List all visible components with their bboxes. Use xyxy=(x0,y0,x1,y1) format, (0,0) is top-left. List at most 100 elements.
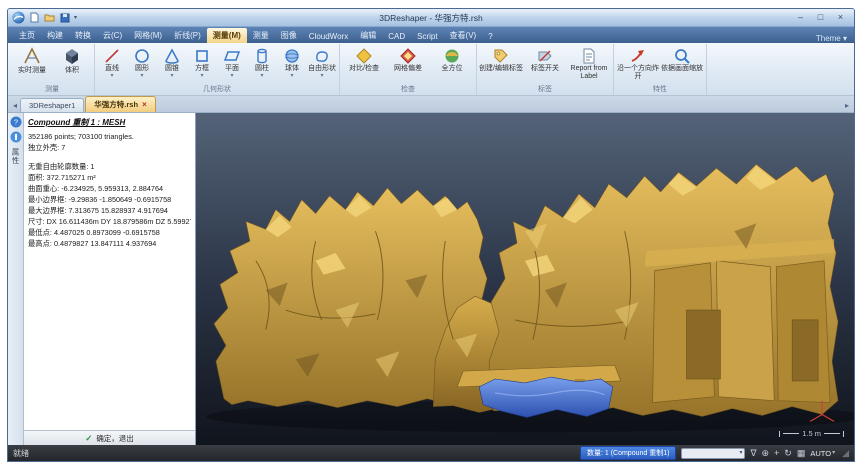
chevron-down-icon[interactable]: ▾ xyxy=(290,73,293,79)
compare-inspect-button[interactable]: 对比/检查 xyxy=(342,44,386,73)
box-tool-button[interactable]: 方框 ▾ xyxy=(187,44,217,79)
chevron-down-icon[interactable]: ▾ xyxy=(230,73,233,79)
chevron-down-icon[interactable]: ▾ xyxy=(170,73,173,79)
toggle-labels-button[interactable]: 标签开关 xyxy=(523,44,567,73)
cone-icon xyxy=(163,46,181,65)
ribbon-group-geometry: 直线 ▾ 圆形 ▾ 圆锥 ▾ 方框 ▾ xyxy=(95,44,340,95)
view-combo-box[interactable]: ▾ xyxy=(681,448,745,459)
scale-line xyxy=(783,433,799,434)
qat-dropdown-icon[interactable]: ▾ xyxy=(74,14,77,21)
tag-icon xyxy=(492,46,510,65)
ribbon-tab-mesh[interactable]: 网格(M) xyxy=(128,28,168,43)
doc-tab-label: 3DReshaper1 xyxy=(29,101,75,110)
new-file-icon[interactable] xyxy=(28,12,41,24)
freeform-tool-button[interactable]: 自由形状 ▾ xyxy=(307,44,337,79)
tab-scroll-right-icon[interactable]: ▸ xyxy=(842,101,852,112)
pan-icon[interactable]: + xyxy=(774,449,779,458)
circle-tool-button[interactable]: 圆形 ▾ xyxy=(127,44,157,79)
chevron-down-icon: ▾ xyxy=(739,450,742,456)
confirm-exit-button[interactable]: ✓ 确定，退出 xyxy=(24,430,195,445)
ribbon-tab-polyline[interactable]: 折线(P) xyxy=(168,28,207,43)
group-label-inspect: 检查 xyxy=(342,85,474,95)
explode-direction-button[interactable]: 沿一个方向炸开 xyxy=(616,44,660,81)
open-folder-icon[interactable] xyxy=(43,12,56,24)
line-tool-button[interactable]: 直线 ▾ xyxy=(97,44,127,79)
window-controls: – □ × xyxy=(791,11,850,24)
left-icon-strip: ? 属性 xyxy=(8,113,24,445)
desktop-background: ▾ 3DReshaper - 华强方特.rsh – □ × 主页 构建 转换 云… xyxy=(0,0,862,476)
sphere-tool-button[interactable]: 球体 ▾ xyxy=(277,44,307,79)
line-icon xyxy=(103,46,121,65)
document-tab-bar: ◂ 3DReshaper1 华强方特.rsh× ▸ xyxy=(8,96,854,113)
ribbon-tab-help[interactable]: ? xyxy=(482,30,498,43)
tab-close-icon[interactable]: × xyxy=(142,100,147,109)
ribbon-tab-script[interactable]: Script xyxy=(411,30,443,43)
ribbon-tab-build[interactable]: 构建 xyxy=(41,28,69,43)
chevron-down-icon[interactable]: ▾ xyxy=(260,73,263,79)
rotate-icon[interactable]: ↻ xyxy=(784,449,792,458)
ribbon-tab-cad[interactable]: CAD xyxy=(382,30,411,43)
doc-tab-huaqiangfangte[interactable]: 华强方特.rsh× xyxy=(85,96,155,112)
properties-tab-vertical[interactable]: 属性 xyxy=(10,148,21,165)
ribbon-tab-home[interactable]: 主页 xyxy=(13,28,41,43)
stat-points-triangles: 352186 points; 703100 triangles. xyxy=(28,131,191,142)
zoom-icon[interactable]: ⊕ xyxy=(761,449,769,458)
cylinder-tool-button[interactable]: 圆柱 ▾ xyxy=(247,44,277,79)
help-sphere-icon[interactable]: ? xyxy=(10,116,22,128)
cone-tool-button[interactable]: 圆锥 ▾ xyxy=(157,44,187,79)
caliper-icon xyxy=(22,45,42,67)
chevron-down-icon[interactable]: ▾ xyxy=(320,73,323,79)
ribbon-tab-cloud[interactable]: 云(C) xyxy=(97,28,128,43)
chevron-down-icon[interactable]: ▾ xyxy=(200,73,203,79)
allround-inspect-button[interactable]: 全方位 xyxy=(430,44,474,73)
tab-scroll-left-icon[interactable]: ◂ xyxy=(10,101,20,112)
titlebar: ▾ 3DReshaper - 华强方特.rsh – □ × xyxy=(8,9,854,27)
ribbon-group-labels: 创建/编辑标签 标签开关 Report from Label 标签 xyxy=(477,44,614,95)
save-icon[interactable] xyxy=(58,12,71,24)
ribbon-tab-cloudworx[interactable]: CloudWorx xyxy=(303,30,354,43)
report-document-icon xyxy=(580,46,598,65)
live-measure-button[interactable]: 实时测量 xyxy=(12,44,52,75)
close-button[interactable]: × xyxy=(831,11,850,24)
auto-mode-button[interactable]: AUTO▾ xyxy=(810,449,835,458)
create-label-button[interactable]: 创建/编辑标签 xyxy=(479,44,523,73)
cylinder-icon xyxy=(253,46,271,65)
viewport-3d[interactable]: 1.5 m xyxy=(196,113,854,445)
mesh-deviation-button[interactable]: 网格偏差 xyxy=(386,44,430,73)
window-title: 3DReshaper - 华强方特.rsh xyxy=(8,12,854,24)
svg-text:?: ? xyxy=(14,120,18,127)
filter-icon[interactable]: ∇ xyxy=(750,449,756,458)
report-from-label-button[interactable]: Report from Label xyxy=(567,44,611,81)
resize-grip[interactable]: ◢ xyxy=(842,448,849,459)
mesh-model[interactable] xyxy=(196,113,854,445)
info-sphere-icon[interactable] xyxy=(10,131,22,143)
scale-tick xyxy=(843,431,844,437)
ribbon-group-feature: 沿一个方向炸开 依据画面缩放 特性 xyxy=(614,44,707,95)
chevron-down-icon[interactable]: ▾ xyxy=(110,73,113,79)
ribbon-group-inspect: 对比/检查 网格偏差 全方位 检查 xyxy=(340,44,477,95)
volume-button[interactable]: 体积 xyxy=(52,44,92,75)
selection-count-badge: 数量: 1 (Compound 重制1) xyxy=(580,446,676,460)
stat-lowest-point: 最低点: 4.487025 0.8973099 -0.6915758 xyxy=(28,227,191,238)
minimize-button[interactable]: – xyxy=(791,11,810,24)
ribbon-tab-image[interactable]: 图像 xyxy=(275,28,303,43)
plane-tool-button[interactable]: 平面 ▾ xyxy=(217,44,247,79)
chevron-down-icon[interactable]: ▾ xyxy=(140,73,143,79)
grid-icon[interactable]: ▦ xyxy=(797,449,806,458)
ribbon-tab-view[interactable]: 查看(V) xyxy=(444,28,483,43)
maximize-button[interactable]: □ xyxy=(811,11,830,24)
scale-line xyxy=(824,433,840,434)
doc-tab-3dreshaper1[interactable]: 3DReshaper1 xyxy=(20,98,84,112)
theme-menu[interactable]: Theme ▾ xyxy=(816,34,849,43)
group-label-measure: 测量 xyxy=(12,85,92,95)
ribbon-tab-transform[interactable]: 转换 xyxy=(69,28,97,43)
ribbon-tab-measure-m[interactable]: 测量(M) xyxy=(207,28,247,43)
ribbon-tab-edit[interactable]: 编辑 xyxy=(354,28,382,43)
stat-bbox-max: 最大边界框: 7.313675 15.828937 4.917694 xyxy=(28,205,191,216)
allround-sphere-icon xyxy=(443,46,461,65)
fit-view-button[interactable]: 依据画面缩放 xyxy=(660,44,704,73)
cube-icon xyxy=(62,45,82,67)
app-logo-icon[interactable] xyxy=(12,11,25,24)
ribbon-tab-measure[interactable]: 测量 xyxy=(247,28,275,43)
deviation-diamond-icon xyxy=(399,46,417,65)
